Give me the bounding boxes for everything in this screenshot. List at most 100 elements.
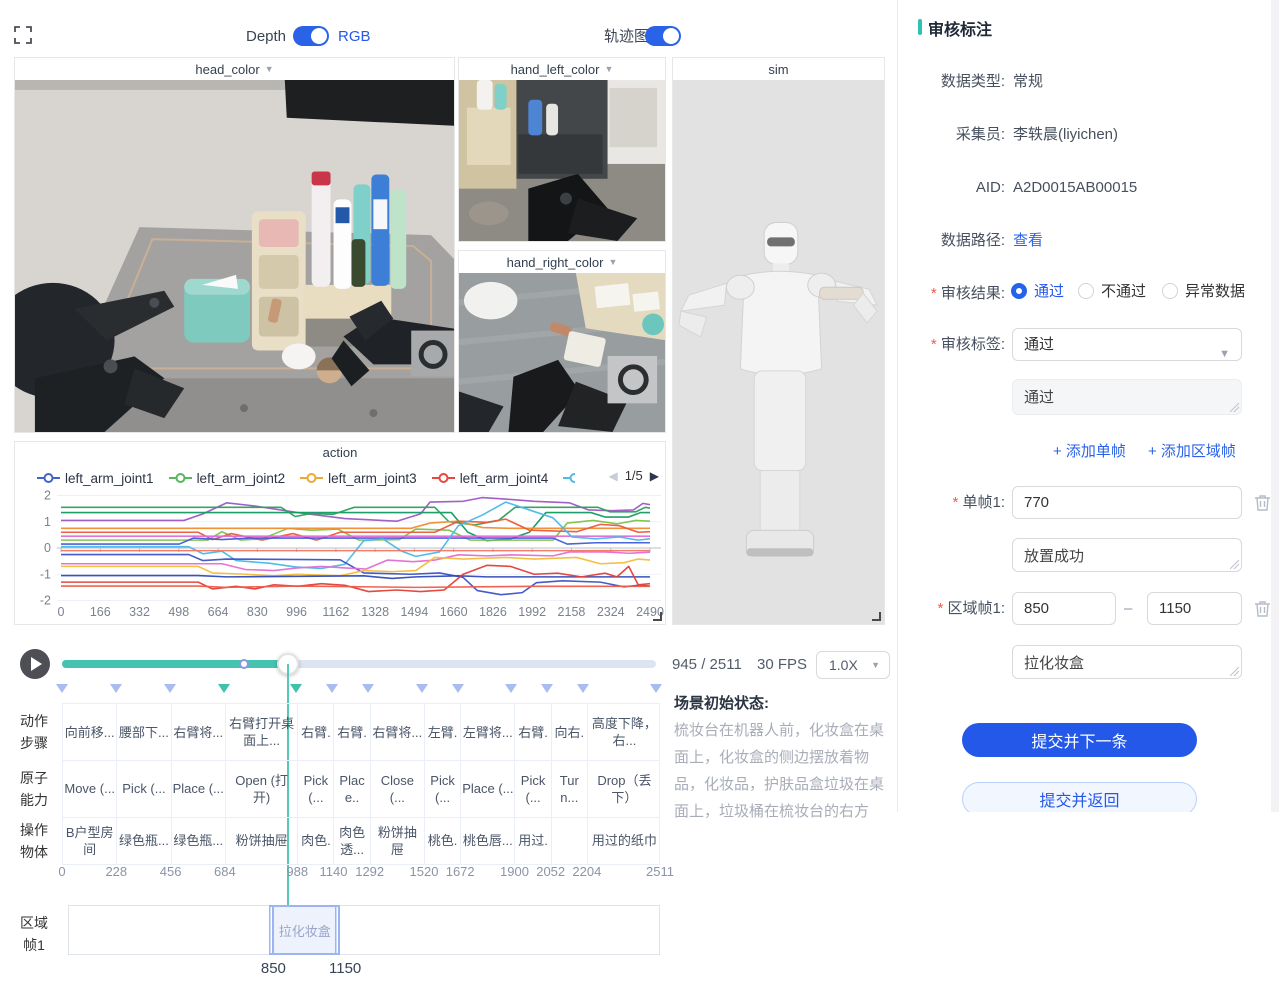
action-chart-panel: action left_arm_joint1 left_arm_joint2 l… (14, 441, 666, 625)
frame-axis-label: 1140 (320, 864, 348, 879)
table-cell[interactable]: 桃色. (425, 817, 461, 864)
timeline-marker-icon[interactable] (577, 684, 589, 693)
table-cell[interactable]: 向前移... (63, 704, 117, 760)
speed-select[interactable]: 1.0X ▼ (816, 651, 890, 679)
timeline-marker-icon[interactable] (650, 684, 662, 693)
table-cell[interactable]: 用过. (515, 817, 551, 864)
head-camera-dropdown[interactable]: head_color ▼ (15, 58, 454, 80)
radio-selected[interactable] (1011, 283, 1027, 299)
table-cell[interactable]: 右臂将... (371, 704, 425, 760)
svg-text:-2: -2 (40, 594, 51, 608)
timeline-marker-icon[interactable] (326, 684, 338, 693)
data-path-label: 数据路径: (898, 231, 1005, 251)
submit-next-button[interactable]: 提交并下一条 (962, 723, 1197, 757)
delete-single-frame-icon[interactable] (1254, 494, 1271, 512)
app-root: Depth RGB 轨迹图 head_color ▼ (0, 0, 1280, 987)
table-cell[interactable]: Drop（丢下） (588, 760, 661, 817)
table-cell[interactable]: 桃色唇... (461, 817, 515, 864)
timeline-marker-icon[interactable] (416, 684, 428, 693)
timeline-marker-icon[interactable] (452, 684, 464, 693)
submit-back-button[interactable]: 提交并返回 (962, 782, 1197, 812)
review-tag-note[interactable]: 通过 (1012, 379, 1242, 415)
table-cell[interactable]: Place (... (172, 760, 226, 817)
hand-right-camera-dropdown[interactable]: hand_right_color ▼ (459, 251, 665, 273)
svg-text:0: 0 (44, 541, 51, 555)
region-frame-bar[interactable]: 拉化妆盒 (68, 905, 660, 955)
radio-option-label[interactable]: 通过 (1034, 283, 1064, 300)
table-cell[interactable]: B户型房间 (63, 817, 117, 864)
table-cell[interactable]: 向右. (552, 704, 588, 760)
region-end-input[interactable] (1147, 592, 1242, 625)
table-cell[interactable] (552, 817, 588, 864)
radio-unselected[interactable] (1162, 283, 1178, 299)
table-cell[interactable]: Pick (... (515, 760, 551, 817)
resize-grip-icon[interactable] (1230, 667, 1239, 676)
resize-corner-icon[interactable] (651, 610, 663, 622)
table-cell[interactable]: 粉饼抽屉 (226, 817, 298, 864)
timeline-marker-icon[interactable] (541, 684, 553, 693)
region-frame-block[interactable]: 拉化妆盒 (269, 905, 340, 955)
table-cell[interactable]: 右臂. (334, 704, 370, 760)
timeline-slider[interactable] (62, 660, 656, 668)
timeline-marker-icon[interactable] (164, 684, 176, 693)
hand-right-camera-image (459, 273, 665, 432)
table-cell[interactable]: Pick (... (298, 760, 334, 817)
radio-option-label[interactable]: 异常数据 (1185, 283, 1245, 300)
table-cell[interactable]: Move (... (63, 760, 117, 817)
single-frame-note[interactable]: 放置成功 (1012, 538, 1242, 572)
panel-title: 审核标注 (928, 16, 992, 40)
table-cell[interactable]: 右臂将... (172, 704, 226, 760)
depth-rgb-toggle[interactable] (293, 26, 329, 46)
radio-option-label[interactable]: 不通过 (1101, 283, 1146, 300)
table-cell[interactable]: Pick (... (425, 760, 461, 817)
resize-grip-icon[interactable] (1230, 403, 1239, 412)
region-frame-note[interactable]: 拉化妆盒 (1012, 645, 1242, 679)
trajectory-toggle[interactable] (645, 26, 681, 46)
timeline-marker-icon[interactable] (218, 684, 230, 693)
play-button[interactable] (20, 649, 50, 679)
table-cell[interactable]: Close (... (371, 760, 425, 817)
table-cell[interactable]: 肉色透... (334, 817, 370, 864)
table-cell[interactable]: Pick (... (117, 760, 171, 817)
table-cell[interactable]: Turn... (552, 760, 588, 817)
head-camera-panel: head_color ▼ (14, 57, 455, 433)
timeline-marker-icon[interactable] (505, 684, 517, 693)
radio-unselected[interactable] (1078, 283, 1094, 299)
table-cell[interactable]: 绿色瓶... (172, 817, 226, 864)
action-chart-plot[interactable]: 210-1-2016633249866483099611621328149416… (15, 442, 665, 624)
hand-left-camera-dropdown[interactable]: hand_left_color ▼ (459, 58, 665, 80)
single-frame-input[interactable] (1012, 486, 1242, 519)
table-cell[interactable]: 肉色. (298, 817, 334, 864)
table-cell[interactable]: 右臂打开桌面上... (226, 704, 298, 760)
region-right-handle[interactable] (335, 907, 340, 953)
timeline-marker-icon[interactable] (362, 684, 374, 693)
table-cell[interactable]: 腰部下... (117, 704, 171, 760)
data-path-view-link[interactable]: 查看 (1013, 231, 1043, 251)
table-cell[interactable]: 粉饼抽屉 (371, 817, 425, 864)
frame-axis-label: 2204 (572, 864, 601, 879)
review-tag-select[interactable]: 通过 ▼ (1012, 328, 1242, 361)
resize-grip-icon[interactable] (1230, 560, 1239, 569)
table-cell[interactable]: Place.. (334, 760, 370, 817)
resize-corner-icon[interactable] (870, 610, 882, 622)
table-cell[interactable]: 右臂. (515, 704, 551, 760)
timeline-marker-icon[interactable] (56, 684, 68, 693)
panel-scrollbar[interactable] (1271, 0, 1279, 812)
add-region-frame-link[interactable]: + 添加区域帧 (1148, 440, 1236, 461)
timeline-marker-icon[interactable] (290, 684, 302, 693)
table-cell[interactable]: 左臂. (425, 704, 461, 760)
table-cell[interactable]: 右臂. (298, 704, 334, 760)
table-cell[interactable]: Open (打开) (226, 760, 298, 817)
add-single-frame-link[interactable]: + 添加单帧 (1053, 440, 1126, 461)
table-cell[interactable]: 绿色瓶... (117, 817, 171, 864)
delete-region-frame-icon[interactable] (1254, 600, 1271, 618)
timeline-marker-icon[interactable] (110, 684, 122, 693)
table-cell[interactable]: 用过的纸巾 (588, 817, 661, 864)
region-start-input[interactable] (1012, 592, 1116, 625)
table-cell[interactable]: 左臂将... (461, 704, 515, 760)
fullscreen-icon[interactable] (14, 26, 32, 44)
table-cell[interactable]: 高度下降，右... (588, 704, 661, 760)
frame-axis-label: 1900 (500, 864, 529, 879)
region-left-handle[interactable] (269, 907, 274, 953)
table-cell[interactable]: Place (... (461, 760, 515, 817)
